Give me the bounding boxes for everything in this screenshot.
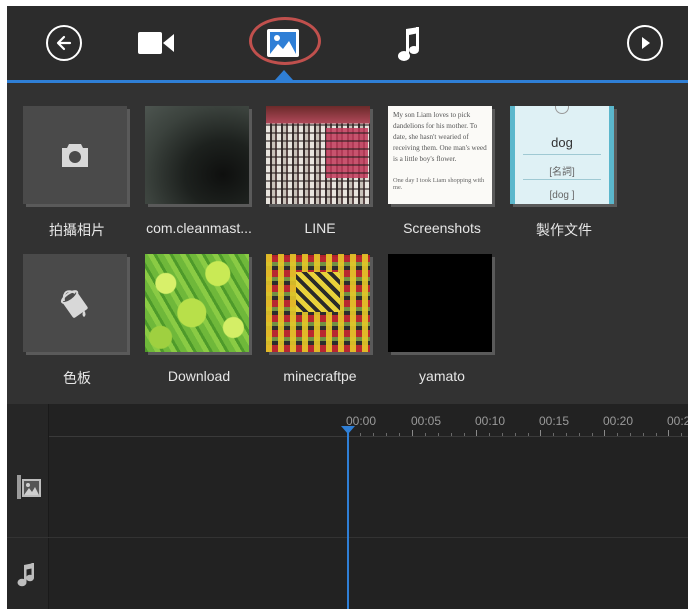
video-track-button[interactable] — [16, 474, 42, 505]
folder-download[interactable]: Download — [145, 254, 255, 384]
play-icon — [642, 37, 650, 49]
ruler-tick — [540, 430, 541, 436]
folder-thumbnail — [266, 106, 370, 204]
folder-thumbnail — [145, 254, 249, 352]
play-button[interactable] — [627, 25, 663, 61]
ruler-tick — [438, 433, 439, 436]
folder-screenshots[interactable]: My son Liam loves to pick dandelions for… — [388, 106, 498, 236]
ruler-tick — [489, 433, 490, 436]
media-gallery: 拍攝相片 com.cleanmast... LINE My son Liam l… — [7, 83, 688, 404]
ruler-tick — [656, 433, 657, 436]
folder-thumbnail — [266, 254, 370, 352]
folder-thumbnail — [23, 254, 127, 352]
folder-label: 製作文件 — [536, 222, 592, 238]
ruler-tick — [451, 433, 452, 436]
folder-thumbnail: dog [名詞] [dog ] — [510, 106, 614, 204]
doc-word: dog — [551, 135, 573, 150]
ruler-tick — [373, 433, 374, 436]
ruler-tick — [360, 433, 361, 436]
tick-label: 00:15 — [539, 414, 570, 428]
folder-thumbnail: My son Liam loves to pick dandelions for… — [388, 106, 492, 204]
folder-yamato[interactable]: yamato — [388, 254, 498, 384]
doc-tag-2: [dog ] — [549, 190, 575, 201]
ruler-tick — [476, 430, 477, 436]
folder-documents[interactable]: dog [名詞] [dog ] 製作文件 — [510, 106, 620, 238]
paint-bucket-icon — [60, 290, 88, 318]
folder-thumbnail — [23, 106, 127, 204]
playhead-handle[interactable] — [341, 426, 355, 434]
ruler-tick — [604, 430, 605, 436]
ruler-tick — [425, 433, 426, 436]
tab-video[interactable] — [135, 28, 177, 58]
ruler-tick — [553, 433, 554, 436]
screenshot-preview-text-2: One day I took Liam shopping with me. — [393, 177, 485, 191]
ruler-tick — [412, 430, 413, 436]
video-camera-icon — [138, 32, 174, 54]
folder-label: yamato — [419, 368, 465, 384]
folder-palette[interactable]: 色板 — [23, 254, 133, 386]
video-editor-app: 拍攝相片 com.cleanmast... LINE My son Liam l… — [7, 6, 688, 609]
ruler-tick — [528, 433, 529, 436]
ruler-tick — [579, 433, 580, 436]
ruler-tick — [617, 433, 618, 436]
folder-thumbnail — [388, 254, 492, 352]
video-track-icon — [17, 475, 41, 499]
tick-label: 00:10 — [475, 414, 506, 428]
ruler-tick — [515, 433, 516, 436]
tick-label: 00:20 — [603, 414, 634, 428]
folder-label: Download — [167, 368, 231, 384]
folder-label: LINE — [304, 220, 336, 236]
folder-label: com.cleanmast... — [146, 220, 252, 236]
top-toolbar — [7, 6, 688, 83]
audio-track-icon — [17, 563, 34, 587]
folder-thumbnail — [145, 106, 249, 204]
doc-tag: [名詞] — [549, 167, 575, 178]
ruler-tick — [566, 433, 567, 436]
ruler-tick — [643, 433, 644, 436]
audio-track-button[interactable] — [16, 562, 38, 593]
tick-label: 00:05 — [411, 414, 442, 428]
image-icon — [267, 29, 299, 57]
tab-music[interactable] — [395, 24, 425, 64]
screenshot-preview-text: My son Liam loves to pick dandelions for… — [393, 111, 487, 163]
ruler-tick — [668, 430, 669, 436]
folder-line[interactable]: LINE — [266, 106, 376, 236]
tick-label: 00:2 — [667, 414, 688, 428]
timeline-panel: 00:00 00:05 00:10 00:15 00:20 00:2 — [7, 404, 688, 609]
ruler-tick — [630, 433, 631, 436]
time-ruler[interactable]: 00:00 00:05 00:10 00:15 00:20 00:2 — [49, 404, 688, 437]
folder-label: Screenshots — [403, 220, 481, 236]
folder-label: 拍攝相片 — [49, 222, 105, 238]
folder-minecraftpe[interactable]: minecraftpe — [266, 254, 376, 384]
track-header-column — [7, 404, 49, 609]
folder-cleanmaster[interactable]: com.cleanmast... — [145, 106, 255, 236]
folder-camera[interactable]: 拍攝相片 — [23, 106, 133, 238]
back-arrow-icon — [56, 35, 72, 51]
ruler-tick — [386, 433, 387, 436]
playhead[interactable] — [347, 428, 349, 609]
ruler-tick — [464, 433, 465, 436]
ruler-tick — [681, 433, 682, 436]
ruler-tick — [399, 433, 400, 436]
camera-icon — [62, 144, 88, 167]
ruler-tick — [592, 433, 593, 436]
ruler-tick — [502, 433, 503, 436]
tab-image[interactable] — [264, 27, 302, 59]
back-button[interactable] — [46, 25, 82, 61]
folder-label: 色板 — [63, 370, 91, 386]
folder-label: minecraftpe — [283, 368, 357, 384]
music-note-icon — [398, 27, 419, 61]
active-tab-pointer — [275, 70, 293, 80]
